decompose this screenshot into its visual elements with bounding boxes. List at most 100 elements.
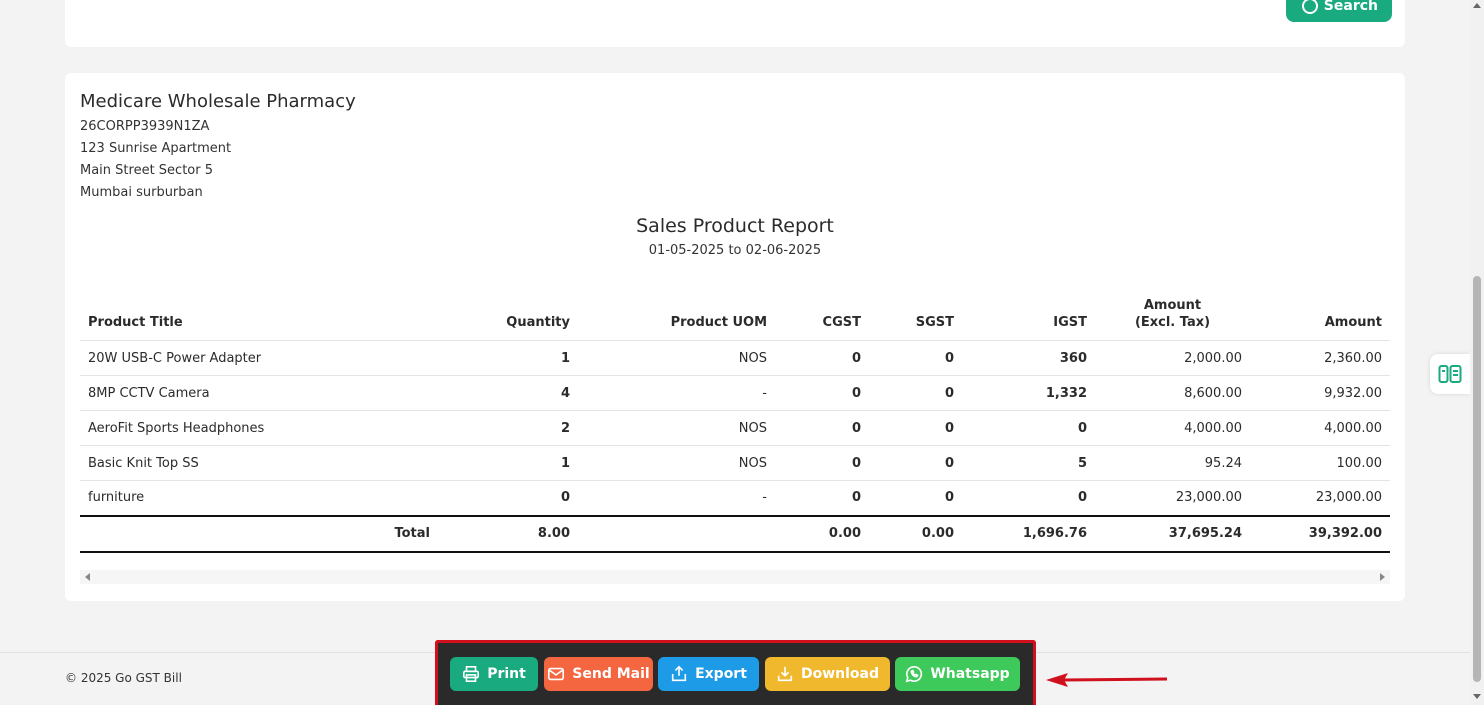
filter-card: Search <box>65 0 1405 47</box>
cell-sgst: 0 <box>869 410 962 446</box>
send-mail-button[interactable]: Send Mail <box>544 657 653 691</box>
report-toggle-icon <box>1438 365 1462 383</box>
scroll-down-icon[interactable] <box>1473 694 1481 699</box>
cell-qty: 4 <box>438 375 578 411</box>
header-amount[interactable]: Amount <box>1250 297 1390 341</box>
horizontal-scrollbar[interactable] <box>80 570 1390 584</box>
cell-amount: 100.00 <box>1250 445 1390 481</box>
header-amount-excl-tax[interactable]: Amount (Excl. Tax) <box>1095 297 1250 341</box>
annotation-arrow-icon <box>1046 673 1168 687</box>
table-header-row: Product Title Quantity Product UOM CGST … <box>80 297 1390 341</box>
export-icon <box>671 665 687 682</box>
total-uom-empty <box>578 514 775 553</box>
cell-amount: 2,360.00 <box>1250 340 1390 376</box>
table-row: furniture 0 - 0 0 0 23,000.00 23,000.00 <box>80 481 1390 516</box>
cell-amount-excl: 23,000.00 <box>1175 490 1242 506</box>
cell-amount: 4,000.00 <box>1250 410 1390 446</box>
mail-icon <box>548 667 565 681</box>
total-igst: 1,696.76 <box>962 514 1095 553</box>
report-toggle-button[interactable] <box>1430 354 1470 394</box>
header-product-title[interactable]: Product Title <box>80 297 438 341</box>
header-quantity[interactable]: Quantity <box>438 297 578 341</box>
download-icon <box>777 666 793 682</box>
cell-sgst: 0 <box>869 340 962 376</box>
whatsapp-button[interactable]: Whatsapp <box>895 657 1020 691</box>
total-label: Total <box>80 514 438 553</box>
cell-amount-excl: 4,000.00 <box>1095 410 1250 446</box>
cell-qty: 0 <box>560 490 570 506</box>
cell-cgst: 0 <box>775 375 869 411</box>
cell-product: 20W USB-C Power Adapter <box>80 340 438 376</box>
cell-amount: 23,000.00 <box>1315 490 1382 506</box>
printer-icon <box>463 665 480 683</box>
company-name: Medicare Wholesale Pharmacy <box>80 91 356 112</box>
cell-amount: 9,932.00 <box>1250 375 1390 411</box>
header-igst[interactable]: IGST <box>962 297 1095 341</box>
footer-copyright: © 2025 Go GST Bill <box>65 671 182 685</box>
header-cgst[interactable]: CGST <box>775 297 869 341</box>
print-button[interactable]: Print <box>450 657 538 691</box>
vertical-scrollbar[interactable] <box>1470 0 1484 705</box>
vertical-scrollbar-thumb[interactable] <box>1473 276 1481 682</box>
table-total-row: Total 8.00 0.00 0.00 1,696.76 37,695.24 … <box>80 514 1390 553</box>
cell-sgst: 0 <box>869 375 962 411</box>
company-address-line3: Mumbai surburban <box>80 185 203 200</box>
total-cgst: 0.00 <box>775 514 869 553</box>
cell-cgst: 0 <box>775 445 869 481</box>
cell-cgst: 0 <box>851 490 861 506</box>
cell-sgst: 0 <box>869 445 962 481</box>
cell-amount-excl: 2,000.00 <box>1095 340 1250 376</box>
cell-igst: 5 <box>962 445 1095 481</box>
header-amount-excl-line2: (Excl. Tax) <box>1134 315 1211 330</box>
cell-igst: 0 <box>1077 490 1087 506</box>
cell-sgst: 0 <box>944 490 954 506</box>
cell-qty: 1 <box>438 340 578 376</box>
cell-qty: 1 <box>438 445 578 481</box>
search-button[interactable]: Search <box>1285 0 1392 22</box>
cell-qty: 2 <box>438 410 578 446</box>
sales-product-table: Product Title Quantity Product UOM CGST … <box>80 297 1390 553</box>
report-card: Medicare Wholesale Pharmacy 26CORPP3939N… <box>65 73 1405 601</box>
cell-amount-excl: 8,600.00 <box>1095 375 1250 411</box>
cell-igst: 0 <box>962 410 1095 446</box>
cell-igst: 1,332 <box>962 375 1095 411</box>
download-label: Download <box>800 666 880 682</box>
cell-igst: 360 <box>962 340 1095 376</box>
company-address-line1: 123 Sunrise Apartment <box>80 141 232 156</box>
search-button-label: Search <box>1323 0 1378 14</box>
company-address-line2: Main Street Sector 5 <box>80 163 213 178</box>
total-amount: 39,392.00 <box>1250 514 1390 553</box>
cell-product: furniture <box>88 490 145 506</box>
total-sgst: 0.00 <box>869 514 962 553</box>
scroll-left-icon[interactable] <box>85 573 90 581</box>
cell-uom: NOS <box>578 445 775 481</box>
table-row: 20W USB-C Power Adapter 1 NOS 0 0 360 2,000.00… <box>80 340 1390 376</box>
print-label: Print <box>487 666 526 682</box>
whatsapp-icon <box>905 665 923 683</box>
cell-uom: NOS <box>578 340 775 376</box>
scroll-right-icon[interactable] <box>1380 573 1385 581</box>
cell-product: AeroFit Sports Headphones <box>80 410 438 446</box>
whatsapp-label: Whatsapp <box>930 666 1010 682</box>
report-date-range: 01-05-2025 to 02-06-2025 <box>648 243 822 258</box>
download-button[interactable]: Download <box>765 657 890 691</box>
send-mail-label: Send Mail <box>572 666 650 682</box>
company-gstin: 26CORPP3939N1ZA <box>80 119 210 134</box>
cell-amount-excl: 95.24 <box>1095 445 1250 481</box>
scroll-up-icon[interactable] <box>1473 3 1481 8</box>
header-amount-excl-line1: Amount <box>1143 298 1202 313</box>
table-row: Basic Knit Top SS 1 NOS 0 0 5 95.24 100.00 <box>80 445 1390 481</box>
header-sgst[interactable]: SGST <box>869 297 962 341</box>
cell-cgst: 0 <box>775 340 869 376</box>
cell-product: 8MP CCTV Camera <box>80 375 438 411</box>
cell-uom: - <box>578 375 775 411</box>
cell-product: Basic Knit Top SS <box>80 445 438 481</box>
search-icon <box>1301 0 1318 14</box>
header-product-uom[interactable]: Product UOM <box>578 297 775 341</box>
cell-uom: - <box>762 490 767 506</box>
export-button[interactable]: Export <box>658 657 759 691</box>
export-label: Export <box>695 666 747 682</box>
report-title: Sales Product Report <box>636 215 834 237</box>
total-quantity: 8.00 <box>438 514 578 553</box>
report-action-bar: Print Send Mail Export Download Whatsapp <box>435 640 1036 705</box>
